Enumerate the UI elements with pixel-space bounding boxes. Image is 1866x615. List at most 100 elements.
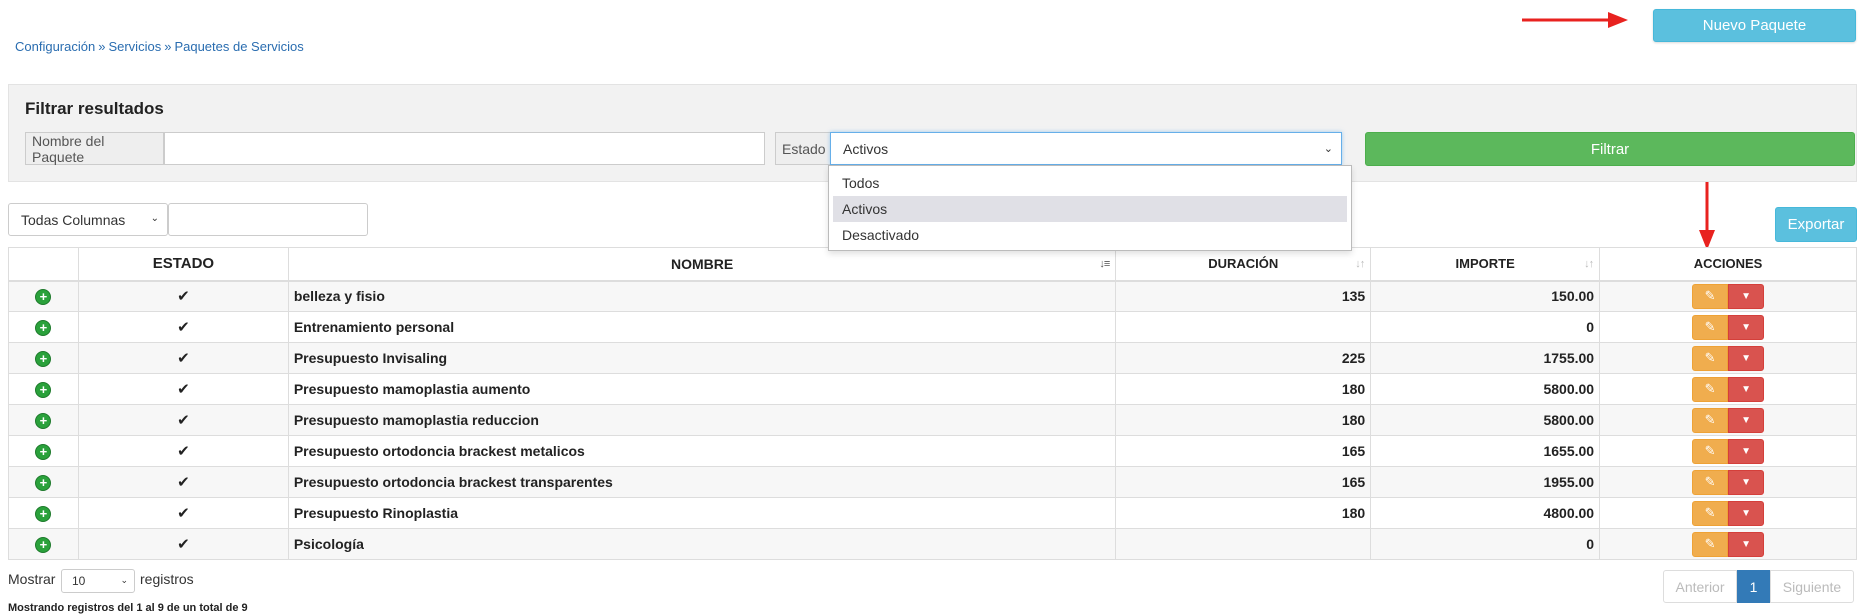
table-row: + ✔ Presupuesto mamoplastia aumento 180 5800… — [8, 373, 1857, 405]
check-icon: ✔ — [177, 350, 190, 367]
page-length-select[interactable]: 10 ⌄ — [61, 569, 135, 593]
cell-estado: ✔ — [77, 342, 289, 374]
table-row: + ✔ Psicología 0 ✎ ▼ — [8, 528, 1857, 560]
edit-button[interactable]: ✎ — [1692, 376, 1729, 402]
cell-estado: ✔ — [77, 435, 289, 467]
actions-dropdown-button[interactable]: ▼ — [1728, 283, 1765, 309]
pencil-icon: ✎ — [1704, 412, 1716, 427]
plus-circle-icon[interactable]: + — [35, 474, 52, 491]
pagination-prev[interactable]: Anterior — [1663, 570, 1737, 603]
cell-duracion: 135 — [1115, 280, 1372, 312]
plus-circle-icon[interactable]: + — [35, 505, 52, 522]
edit-button[interactable]: ✎ — [1692, 283, 1729, 309]
chevron-down-icon: ▼ — [1741, 290, 1751, 302]
chevron-down-icon: ⌄ — [150, 213, 159, 224]
actions-dropdown-button[interactable]: ▼ — [1728, 407, 1765, 433]
check-icon: ✔ — [177, 288, 190, 306]
columns-select-value: Todas Columnas — [21, 211, 126, 228]
cell-duracion: 180 — [1115, 373, 1372, 405]
cell-estado: ✔ — [77, 373, 289, 405]
table-info: Mostrando registros del 1 al 9 de un tot… — [8, 602, 248, 614]
breadcrumb-separator: » — [98, 39, 106, 54]
estado-option-desactivado[interactable]: Desactivado — [833, 222, 1347, 248]
estado-option-activos[interactable]: Activos — [833, 196, 1347, 222]
pencil-icon: ✎ — [1704, 505, 1716, 520]
cell-expand: + — [8, 342, 79, 374]
cell-duracion: 180 — [1115, 497, 1372, 529]
annotation-arrow-down — [1699, 172, 1715, 250]
new-package-button[interactable]: Nuevo Paquete — [1653, 9, 1856, 42]
export-button[interactable]: Exportar — [1775, 207, 1857, 242]
check-icon: ✔ — [177, 474, 190, 491]
edit-button[interactable]: ✎ — [1692, 438, 1729, 464]
header-duracion-label: DURACIÓN — [1208, 256, 1279, 272]
plus-circle-icon[interactable]: + — [35, 381, 52, 398]
actions-dropdown-button[interactable]: ▼ — [1728, 314, 1765, 340]
columns-select[interactable]: Todas Columnas ⌄ — [8, 203, 168, 236]
cell-estado: ✔ — [77, 404, 289, 436]
sort-icon[interactable]: ↓↑ — [1355, 258, 1365, 270]
pagination-next[interactable]: Siguiente — [1770, 570, 1854, 603]
table-search-input[interactable] — [168, 203, 368, 236]
actions-group: ✎ ▼ — [1692, 376, 1765, 402]
plus-circle-icon[interactable]: + — [35, 350, 52, 367]
header-estado[interactable]: ESTADO — [77, 247, 289, 282]
estado-option-todos[interactable]: Todos — [833, 170, 1347, 196]
actions-dropdown-button[interactable]: ▼ — [1728, 376, 1765, 402]
cell-acciones: ✎ ▼ — [1599, 497, 1857, 529]
breadcrumb-configuracion[interactable]: Configuración — [15, 39, 95, 54]
cell-importe: 150.00 — [1370, 280, 1601, 312]
pencil-icon: ✎ — [1704, 443, 1716, 458]
cell-importe: 0 — [1370, 311, 1601, 343]
plus-circle-icon[interactable]: + — [35, 412, 52, 429]
cell-duracion — [1115, 311, 1372, 343]
plus-circle-icon[interactable]: + — [35, 288, 52, 305]
chevron-down-icon: ⌄ — [1323, 143, 1333, 155]
filter-button[interactable]: Filtrar — [1365, 132, 1855, 166]
plus-circle-icon[interactable]: + — [35, 319, 52, 336]
actions-dropdown-button[interactable]: ▼ — [1728, 438, 1765, 464]
cell-acciones: ✎ ▼ — [1599, 435, 1857, 467]
cell-expand: + — [8, 435, 79, 467]
plus-circle-icon[interactable]: + — [35, 536, 52, 553]
actions-dropdown-button[interactable]: ▼ — [1728, 345, 1765, 371]
header-acciones-label: ACCIONES — [1693, 256, 1763, 272]
sort-icon[interactable]: ↓↑ — [1584, 258, 1594, 270]
edit-button[interactable]: ✎ — [1692, 531, 1729, 557]
header-importe[interactable]: IMPORTE ↓↑ — [1370, 247, 1601, 282]
cell-expand: + — [8, 466, 79, 498]
cell-expand: + — [8, 373, 79, 405]
breadcrumb-paquetes[interactable]: Paquetes de Servicios — [174, 39, 303, 54]
breadcrumb-servicios[interactable]: Servicios — [108, 39, 161, 54]
cell-estado: ✔ — [77, 311, 289, 343]
package-name-input[interactable] — [164, 132, 765, 165]
show-label: Mostrar — [8, 571, 56, 587]
cell-acciones: ✎ ▼ — [1599, 280, 1857, 312]
cell-acciones: ✎ ▼ — [1599, 528, 1857, 560]
actions-dropdown-button[interactable]: ▼ — [1728, 531, 1765, 557]
actions-group: ✎ ▼ — [1692, 531, 1765, 557]
chevron-down-icon: ▼ — [1741, 507, 1751, 519]
edit-button[interactable]: ✎ — [1692, 314, 1729, 340]
header-duracion[interactable]: DURACIÓN ↓↑ — [1115, 247, 1372, 282]
estado-select[interactable]: Activos ⌄ — [830, 132, 1342, 165]
pencil-icon: ✎ — [1704, 474, 1716, 489]
edit-button[interactable]: ✎ — [1692, 500, 1729, 526]
edit-button[interactable]: ✎ — [1692, 469, 1729, 495]
plus-circle-icon[interactable]: + — [35, 443, 52, 460]
cell-expand: + — [8, 280, 79, 312]
pagination-page-1[interactable]: 1 — [1737, 570, 1770, 603]
actions-dropdown-button[interactable]: ▼ — [1728, 500, 1765, 526]
edit-button[interactable]: ✎ — [1692, 407, 1729, 433]
cell-nombre: Presupuesto mamoplastia aumento — [287, 373, 1117, 405]
chevron-down-icon: ▼ — [1741, 383, 1751, 395]
table-row: + ✔ Presupuesto mamoplastia reduccion 180 58… — [8, 404, 1857, 436]
sort-asc-icon[interactable]: ↓≡ — [1099, 258, 1110, 270]
actions-dropdown-button[interactable]: ▼ — [1728, 469, 1765, 495]
edit-button[interactable]: ✎ — [1692, 345, 1729, 371]
cell-acciones: ✎ ▼ — [1599, 373, 1857, 405]
cell-acciones: ✎ ▼ — [1599, 466, 1857, 498]
header-nombre[interactable]: NOMBRE ↓≡ — [287, 247, 1117, 282]
cell-importe: 1955.00 — [1370, 466, 1601, 498]
cell-duracion — [1115, 528, 1372, 560]
